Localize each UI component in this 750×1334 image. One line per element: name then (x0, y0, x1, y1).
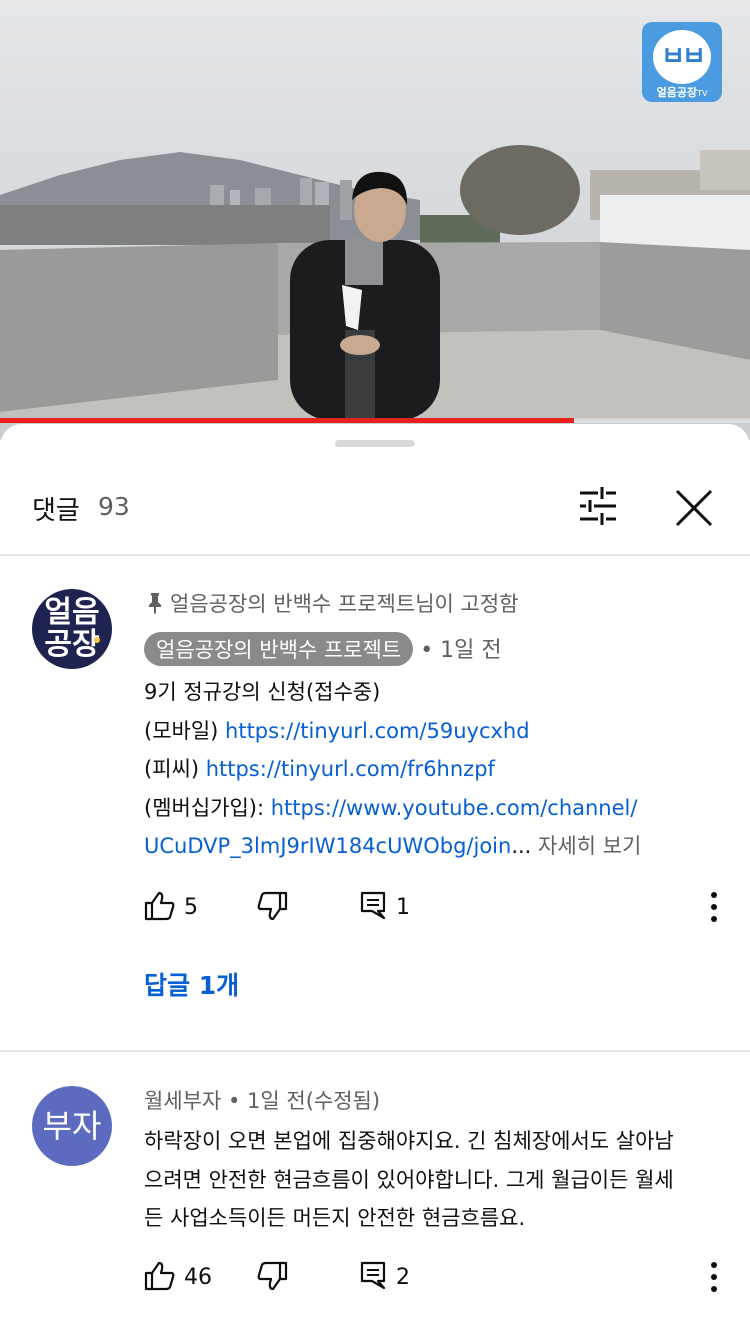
avatar[interactable]: 얼음 공장 (32, 589, 112, 669)
comment-meta: 월세부자 • 1일 전(수정됨) (144, 1085, 380, 1115)
comment-line: 하락장이 오면 본업에 집중해야지요. 긴 침체장에서도 살아남 (144, 1129, 674, 1153)
pin-icon (149, 593, 161, 614)
thumbs-down-icon (257, 891, 288, 921)
comment-actions: 5 1 (0, 887, 750, 927)
comment-line: 9기 정규강의 신청(접수중) (144, 680, 381, 704)
like-count: 46 (184, 1265, 212, 1290)
comment-line: 든 사업소득이든 머든지 안전한 현금흐름요. (144, 1206, 526, 1230)
link-membership-cont[interactable]: UCuDVP_3lmJ9rIW184cUWObg/join (144, 834, 511, 858)
thumbs-up-icon (144, 1261, 175, 1291)
like-count: 5 (184, 895, 198, 920)
comment-time: • 1일 전 (420, 638, 502, 663)
read-more[interactable]: 자세히 보기 (531, 834, 641, 858)
video-frame (0, 0, 750, 440)
reply-count: 1 (396, 895, 410, 920)
comment-meta: 얼음공장의 반백수 프로젝트 • 1일 전 (144, 632, 502, 666)
comments-count: 93 (98, 492, 130, 521)
link-pc[interactable]: https://tinyurl.com/fr6hnzpf (206, 757, 495, 781)
comment-text: 9기 정규강의 신청(접수중) (모바일) https://tinyurl.co… (144, 673, 724, 866)
close-icon[interactable] (674, 488, 714, 528)
comment-text: 하락장이 오면 본업에 집중해야지요. 긴 침체장에서도 살아남 으려면 안전한… (144, 1122, 724, 1238)
comments-title: 댓글 (32, 496, 80, 526)
author-name[interactable]: 월세부자 (144, 1089, 221, 1113)
video-progress-fill (0, 418, 574, 423)
header-divider (0, 554, 750, 556)
author-name[interactable]: 얼음공장의 반백수 프로젝트 (144, 632, 414, 666)
video-player[interactable]: ㅂㅂ 얼음공장TV (0, 0, 750, 440)
comment-line: UCuDVP_3lmJ9rIW184cUWObg/join... 자세히 보기 (144, 834, 642, 858)
more-options-icon[interactable] (700, 889, 728, 925)
reply-icon (360, 1261, 386, 1290)
avatar[interactable]: 부자 (32, 1086, 112, 1166)
link-membership[interactable]: https://www.youtube.com/channel/ (271, 796, 638, 820)
sort-filter-icon[interactable] (576, 486, 620, 526)
more-options-icon[interactable] (700, 1259, 728, 1295)
reply-icon (360, 891, 386, 920)
comment-time: • 1일 전(수정됨) (227, 1089, 381, 1113)
watermark-glyph: ㅂㅂ (653, 30, 711, 84)
thumbs-up-icon (144, 891, 175, 921)
comments-header: 댓글 93 (0, 464, 750, 552)
drag-handle[interactable] (335, 440, 415, 447)
view-replies-button[interactable]: 답글 1개 (144, 966, 239, 1002)
pinned-label: 얼음공장의 반백수 프로젝트님이 고정함 (146, 588, 518, 618)
thumbs-down-icon (257, 1261, 288, 1291)
comment-divider (0, 1050, 750, 1052)
comment-actions: 46 2 (0, 1257, 750, 1297)
comment-line: (모바일) https://tinyurl.com/59uycxhd (144, 718, 530, 743)
link-mobile[interactable]: https://tinyurl.com/59uycxhd (225, 719, 530, 743)
comment-line: 으려면 안전한 현금흐름이 있어야합니다. 그게 월급이든 월세 (144, 1167, 674, 1192)
video-progress-bar[interactable] (0, 418, 750, 423)
reply-count: 2 (396, 1265, 410, 1290)
channel-watermark[interactable]: ㅂㅂ 얼음공장TV (642, 22, 722, 102)
watermark-text: 얼음공장TV (656, 86, 708, 99)
comment-line: (피씨) https://tinyurl.com/fr6hnzpf (144, 757, 495, 781)
comments-sheet: 댓글 93 얼음 공장 얼음공장의 반백수 프로젝트님이 고정함 얼음공장의 반… (0, 424, 750, 1334)
comment-line: (멤버십가입): https://www.youtube.com/channel… (144, 795, 638, 820)
